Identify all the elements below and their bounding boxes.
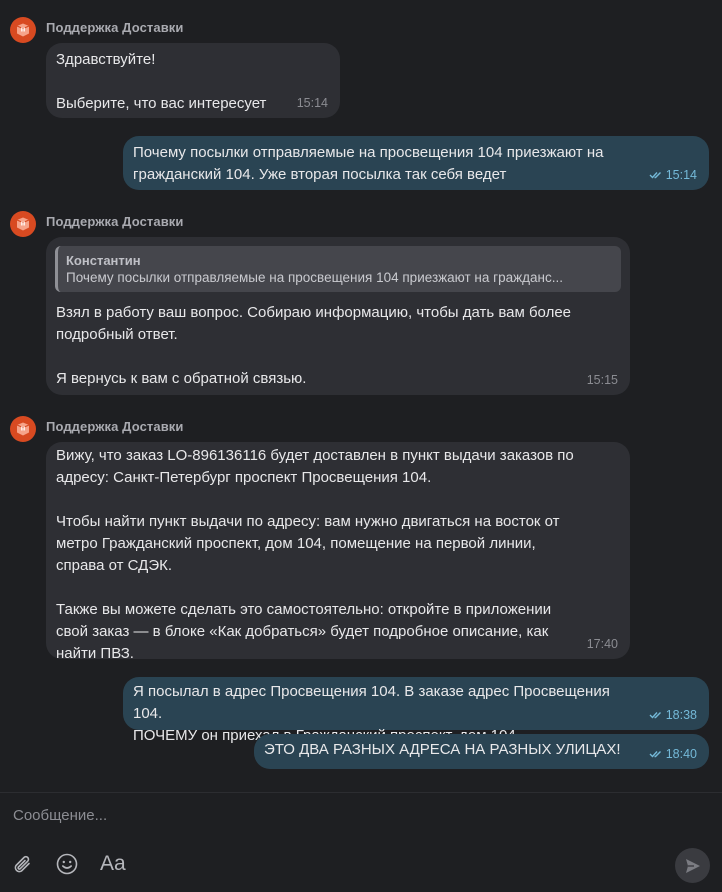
message-text: Почему посылки отправляемые на просвещен…	[133, 144, 604, 183]
delivery-box-icon	[16, 217, 30, 231]
message-time: 15:14	[296, 96, 328, 110]
message-text: ЭТО ДВА РАЗНЫХ АДРЕСА НА РАЗНЫХ УЛИЦАХ!	[264, 741, 621, 758]
send-button[interactable]	[675, 848, 710, 883]
support-avatar[interactable]	[10, 416, 36, 442]
double-check-icon	[649, 751, 661, 758]
message-input[interactable]	[13, 807, 613, 824]
incoming-message[interactable]: Здравствуйте! Выберите, что вас интересу…	[46, 43, 340, 118]
send-arrow-icon	[685, 858, 700, 873]
message-composer: Aa	[0, 792, 722, 892]
double-check-icon	[649, 172, 661, 179]
attach-button[interactable]	[12, 853, 34, 882]
support-avatar[interactable]	[10, 17, 36, 43]
paperclip-icon	[14, 855, 30, 873]
message-text: Взял в работу ваш вопрос. Собираю информ…	[56, 304, 572, 387]
delivery-box-icon	[16, 422, 30, 436]
message-time: 17:40	[586, 637, 618, 651]
double-check-icon	[649, 712, 661, 719]
message-text: Вижу, что заказ LO-896136116 будет доста…	[56, 447, 574, 662]
message-text: Здравствуйте! Выберите, что вас интересу…	[56, 51, 267, 112]
message-status: 18:38	[649, 708, 697, 722]
message-status: 18:40	[649, 747, 697, 761]
quote-text: Почему посылки отправляемые на просвещен…	[66, 270, 563, 285]
message-time: 18:40	[665, 747, 697, 761]
incoming-message[interactable]: Вижу, что заказ LO-896136116 будет доста…	[46, 442, 630, 662]
outgoing-message[interactable]: Я посылал в адрес Просвещения 104. В зак…	[123, 677, 709, 744]
support-avatar[interactable]	[10, 211, 36, 237]
sender-name: Поддержка Доставки	[46, 214, 184, 229]
sender-name: Поддержка Доставки	[46, 20, 184, 35]
quote-author: Константин	[66, 253, 141, 268]
message-time: 15:15	[586, 373, 618, 387]
message-time: 18:38	[665, 708, 697, 722]
emoji-button[interactable]	[55, 852, 79, 881]
incoming-message[interactable]: Константин Почему посылки отправляемые н…	[46, 237, 630, 395]
chat-history[interactable]: Поддержка Доставки Здравствуйте! Выберит…	[0, 0, 722, 792]
smiley-icon	[56, 853, 78, 875]
sender-name: Поддержка Доставки	[46, 419, 184, 434]
reply-quote[interactable]: Константин Почему посылки отправляемые н…	[55, 246, 621, 292]
outgoing-message[interactable]: Почему посылки отправляемые на просвещен…	[123, 136, 709, 190]
message-time: 15:14	[665, 168, 697, 182]
text-format-button[interactable]: Aa	[100, 853, 126, 875]
outgoing-message[interactable]: ЭТО ДВА РАЗНЫХ АДРЕСА НА РАЗНЫХ УЛИЦАХ! …	[254, 734, 709, 769]
delivery-box-icon	[16, 23, 30, 37]
message-status: 15:14	[649, 168, 697, 182]
